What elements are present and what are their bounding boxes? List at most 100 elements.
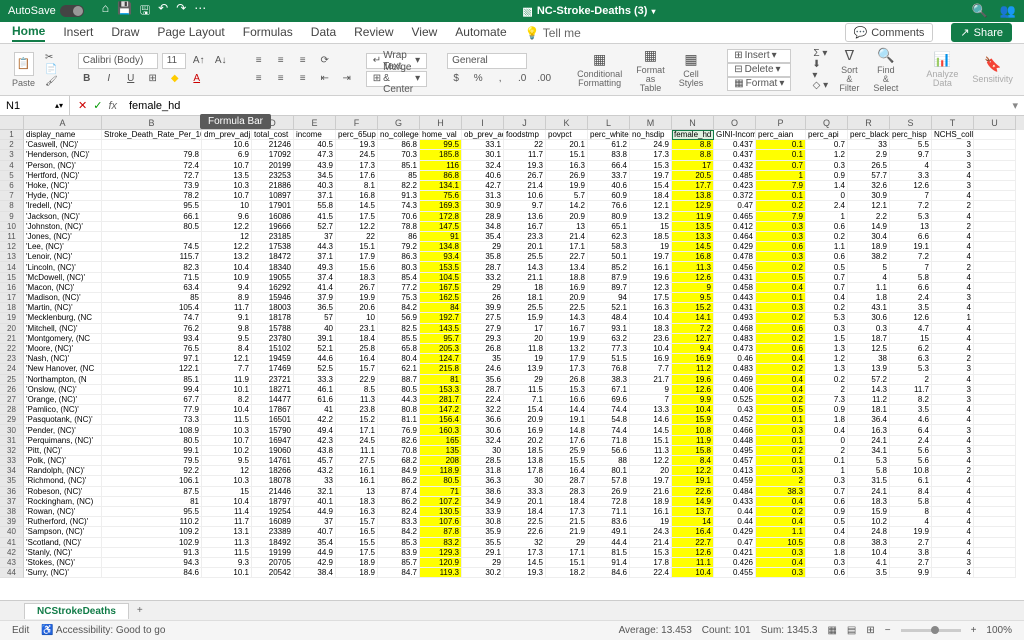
row-header[interactable]: 39 <box>0 517 24 527</box>
cell[interactable]: 20.5 <box>672 171 714 181</box>
cell[interactable]: 79.5 <box>102 456 202 466</box>
cell[interactable]: 26.9 <box>588 487 630 497</box>
cell[interactable]: 0.3 <box>806 161 848 171</box>
cell[interactable]: 'Lee, (NC)' <box>24 242 102 252</box>
cell[interactable]: 18.8 <box>546 273 588 283</box>
cell[interactable]: 78.8 <box>378 222 420 232</box>
cell[interactable]: 18.4 <box>504 507 546 517</box>
col-header[interactable]: R <box>848 116 890 130</box>
cell[interactable]: 33 <box>294 476 336 486</box>
cell[interactable]: 33 <box>848 140 890 150</box>
row-header[interactable]: 1 <box>0 130 24 140</box>
cell[interactable]: 0.469 <box>714 375 756 385</box>
row-header[interactable]: 44 <box>0 568 24 578</box>
cell[interactable]: 13.8 <box>504 456 546 466</box>
indent-inc-icon[interactable]: ⇥ <box>338 71 356 87</box>
cell[interactable]: 82.5 <box>378 324 420 334</box>
cell[interactable]: 'Pasquotank, (NC)' <box>24 415 102 425</box>
cell[interactable]: 7.3 <box>806 395 848 405</box>
cell[interactable]: 35.5 <box>462 538 504 548</box>
cell[interactable]: 0.2 <box>756 201 806 211</box>
cell[interactable]: 0.3 <box>756 466 806 476</box>
cell[interactable]: 66.1 <box>102 212 202 222</box>
cell[interactable]: 153.5 <box>420 262 462 272</box>
col-header[interactable]: U <box>974 116 1016 130</box>
cond-fmt-icon[interactable]: ▦ <box>593 51 606 68</box>
cell[interactable]: 0.437 <box>714 140 756 150</box>
cell[interactable]: 10 <box>336 313 378 323</box>
cell[interactable]: 5.8 <box>890 273 932 283</box>
cell[interactable]: 0.1 <box>756 456 806 466</box>
cell[interactable]: 7.7 <box>202 364 252 374</box>
row-header[interactable]: 7 <box>0 191 24 201</box>
cell[interactable]: 1.1 <box>756 527 806 537</box>
cell[interactable]: 54.8 <box>588 415 630 425</box>
cell[interactable]: 32.2 <box>462 405 504 415</box>
cell[interactable]: 0.2 <box>756 507 806 517</box>
cell[interactable]: 105.4 <box>102 303 202 313</box>
cell[interactable]: 38.2 <box>848 252 890 262</box>
cell[interactable] <box>974 181 1016 191</box>
cell[interactable]: 4 <box>890 517 932 527</box>
cell[interactable]: 7.9 <box>756 181 806 191</box>
cell[interactable]: 0.4 <box>806 293 848 303</box>
cell[interactable]: 8.8 <box>672 150 714 160</box>
cell[interactable]: 17469 <box>252 364 294 374</box>
cell[interactable]: 0.1 <box>756 140 806 150</box>
cell[interactable]: 0.7 <box>806 487 848 497</box>
cell[interactable]: 11.7 <box>202 517 252 527</box>
cell[interactable]: 20.1 <box>504 242 546 252</box>
cell[interactable]: 0.4 <box>806 425 848 435</box>
cell[interactable]: 76.5 <box>102 344 202 354</box>
cell[interactable]: 15.1 <box>546 150 588 160</box>
cell[interactable]: total_cost <box>252 130 294 140</box>
more-icon[interactable]: ⋯ <box>194 1 206 22</box>
cell[interactable]: 93.4 <box>420 252 462 262</box>
undo-icon[interactable]: ↶ <box>158 1 168 22</box>
cell[interactable]: 0.2 <box>806 232 848 242</box>
cell[interactable]: 9.5 <box>202 334 252 344</box>
decfont-icon[interactable]: A↓ <box>212 53 230 69</box>
cell[interactable]: 21886 <box>252 181 294 191</box>
cell[interactable]: 0.1 <box>756 293 806 303</box>
cell[interactable]: 8.8 <box>672 140 714 150</box>
cell[interactable]: 22 <box>504 140 546 150</box>
cell[interactable]: 0.431 <box>714 303 756 313</box>
cell[interactable]: 68.2 <box>378 456 420 466</box>
cell[interactable]: 12.6 <box>890 181 932 191</box>
cell[interactable]: 'Randolph, (NC)' <box>24 466 102 476</box>
col-header[interactable]: B <box>102 116 202 130</box>
cell[interactable]: 12.5 <box>848 344 890 354</box>
tellme[interactable]: 💡 Tell me <box>525 26 581 40</box>
cell[interactable]: 0.437 <box>714 150 756 160</box>
cell[interactable]: 16.4 <box>672 527 714 537</box>
row-header[interactable]: 2 <box>0 140 24 150</box>
cell[interactable]: GINI-Income <box>714 130 756 140</box>
cell[interactable]: 43.1 <box>848 303 890 313</box>
cell[interactable]: 42.2 <box>294 415 336 425</box>
cell[interactable]: 44.4 <box>588 538 630 548</box>
cell[interactable]: 4 <box>932 375 974 385</box>
cell[interactable]: 20.2 <box>504 436 546 446</box>
cell[interactable]: 10.8 <box>672 425 714 435</box>
cell[interactable]: 10.3 <box>202 181 252 191</box>
cell[interactable]: 7.2 <box>890 252 932 262</box>
cell[interactable]: 0.4 <box>806 527 848 537</box>
cell[interactable]: 'Moore, (NC)' <box>24 344 102 354</box>
cell[interactable]: no_hsdip <box>630 130 672 140</box>
cell[interactable]: 75.6 <box>420 191 462 201</box>
cell[interactable]: 89.7 <box>588 283 630 293</box>
cell[interactable]: 2 <box>890 375 932 385</box>
cell[interactable]: 23721 <box>252 375 294 385</box>
cell[interactable]: 18.5 <box>504 446 546 456</box>
cell[interactable]: 0.6 <box>806 568 848 578</box>
cell[interactable]: 85.1 <box>102 375 202 385</box>
cell[interactable]: 40 <box>294 324 336 334</box>
cell[interactable]: 0.7 <box>756 161 806 171</box>
autosave-toggle[interactable]: AutoSave <box>8 5 84 17</box>
cell[interactable]: 84.2 <box>378 527 420 537</box>
cell[interactable]: 0.431 <box>714 273 756 283</box>
cell[interactable]: 30.9 <box>848 191 890 201</box>
cell[interactable]: 22.7 <box>546 252 588 262</box>
cell[interactable]: 0.372 <box>714 191 756 201</box>
